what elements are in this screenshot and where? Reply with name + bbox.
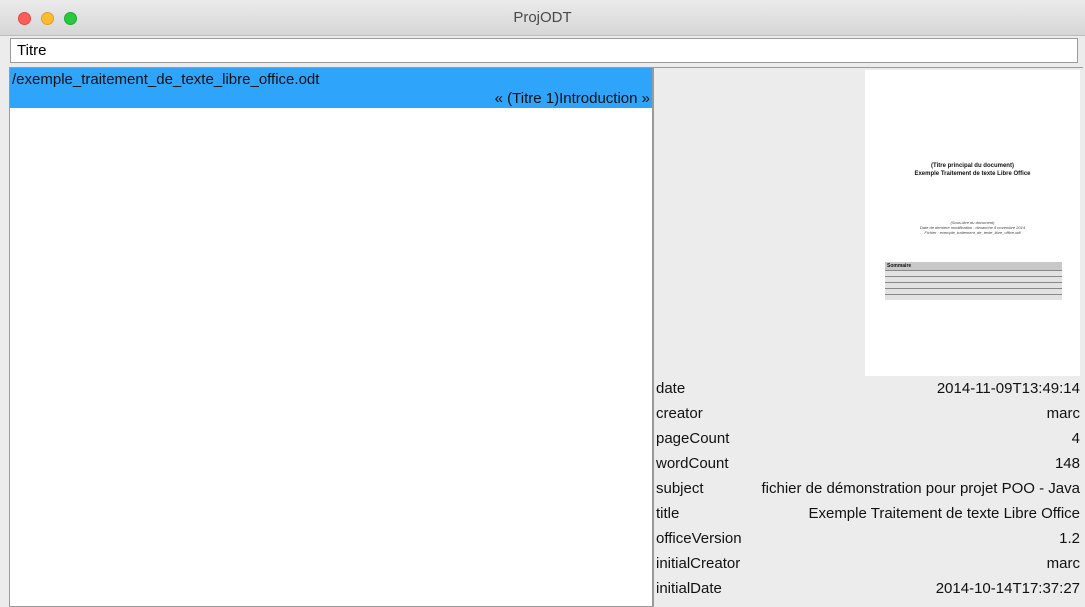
window-title: ProjODT: [513, 9, 572, 26]
search-input[interactable]: [10, 38, 1078, 63]
metadata-key: wordCount: [656, 455, 729, 472]
metadata-value: 1.2: [1059, 530, 1080, 547]
preview-title: (Titre principal du document) Exemple Tr…: [914, 163, 1031, 177]
preview-toc-heading: Sommaire: [885, 262, 1062, 270]
result-section: « (Titre 1)Introduction »: [494, 90, 650, 107]
metadata-key: pageCount: [656, 430, 730, 447]
metadata-row: pageCount 4: [654, 426, 1082, 451]
metadata-value: marc: [1046, 555, 1080, 572]
metadata-key: initialDate: [656, 580, 722, 597]
metadata-value: fichier de démonstration pour projet POO…: [761, 480, 1081, 497]
metadata-value: 2014-10-14T17:37:27: [935, 580, 1080, 597]
metadata-value: 4: [1071, 430, 1080, 447]
metadata-row: wordCount 148: [654, 451, 1082, 476]
document-preview: (Titre principal du document) Exemple Tr…: [865, 70, 1080, 376]
metadata-key: officeVersion: [656, 530, 742, 547]
preview-subtitle: (Sous-titre du document) Date de dernièr…: [919, 220, 1026, 235]
metadata-key: date: [656, 380, 686, 397]
metadata-row: title Exemple Traitement de texte Libre …: [654, 501, 1082, 526]
metadata-row: creator marc: [654, 401, 1082, 426]
metadata-key: title: [656, 505, 680, 522]
result-item[interactable]: /exemple_traitement_de_texte_libre_offic…: [10, 68, 652, 108]
metadata-key: creator: [656, 405, 703, 422]
metadata-key: subject: [656, 480, 704, 497]
details-panel: (Titre principal du document) Exemple Tr…: [653, 67, 1083, 607]
results-list[interactable]: /exemple_traitement_de_texte_libre_offic…: [9, 67, 653, 607]
preview-toc-row: [885, 294, 1062, 300]
metadata-row: officeVersion 1.2: [654, 526, 1082, 551]
metadata-key: initialCreator: [656, 555, 741, 572]
metadata-table: date 2014-11-09T13:49:14 creator marc pa…: [654, 376, 1082, 601]
title-bar: ProjODT: [0, 0, 1085, 36]
result-file-path: /exemple_traitement_de_texte_libre_offic…: [12, 71, 320, 88]
metadata-value: Exemple Traitement de texte Libre Office: [808, 505, 1080, 522]
metadata-row: date 2014-11-09T13:49:14: [654, 376, 1082, 401]
metadata-row: initialDate 2014-10-14T17:37:27: [654, 576, 1082, 601]
metadata-row: subject fichier de démonstration pour pr…: [654, 476, 1082, 501]
metadata-value: marc: [1046, 405, 1080, 422]
preview-toc: Sommaire: [885, 262, 1062, 300]
metadata-row: initialCreator marc: [654, 551, 1082, 576]
metadata-value: 148: [1054, 455, 1080, 472]
metadata-value: 2014-11-09T13:49:14: [936, 380, 1080, 397]
